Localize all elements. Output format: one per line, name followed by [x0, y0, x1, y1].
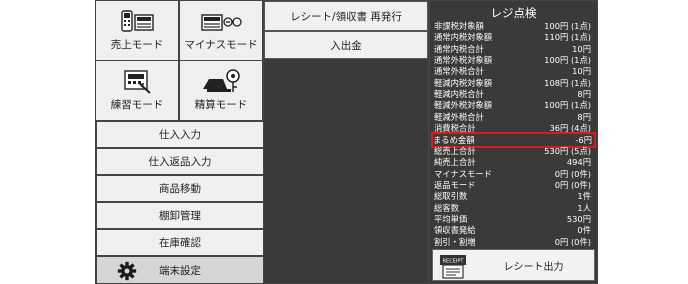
report-row-value: 0円 (0件) [554, 236, 591, 247]
stock-check-button[interactable]: 在庫確認 [96, 229, 264, 256]
minus-mode-button[interactable]: マイナスモード [179, 0, 263, 61]
report-row: 平均単価 530円 [434, 214, 593, 225]
report-row-value: 8円 [577, 111, 591, 122]
report-row-label: マイナスモード [434, 168, 492, 179]
report-row-value: 8円 [577, 89, 591, 100]
practice-register-icon [96, 67, 178, 95]
report-row-label: まるめ金額 [433, 135, 475, 145]
report-row-label: 返品モード [434, 179, 476, 190]
report-row-value: 100円 (1点) [544, 100, 591, 111]
terminal-settings-button[interactable]: 端末設定 [96, 256, 264, 284]
register-app: 売上モード マイナスモード 練習モード 精算モード 仕入入力 仕入返品入力 商品… [95, 0, 598, 284]
report-row-label: 平均単価 [434, 213, 468, 224]
report-row: 軽減外税対象額 100円 (1点) [434, 100, 593, 111]
inventory-management-button[interactable]: 棚卸管理 [96, 202, 264, 229]
report-row-label: 軽減外税対象額 [434, 100, 493, 111]
report-row-label: 通常外税対象額 [434, 55, 493, 66]
report-row: 純売上合計 494円 [434, 157, 593, 168]
purchase-input-button[interactable]: 仕入入力 [96, 121, 264, 148]
cash-in-out-button[interactable]: 入出金 [264, 31, 428, 59]
settlement-mode-button[interactable]: 精算モード [179, 60, 263, 121]
purchase-return-button[interactable]: 仕入返品入力 [96, 148, 264, 175]
report-row-value: 10円 [572, 66, 591, 77]
receipt-output-button[interactable]: RECEIPT レシート出力 [432, 249, 595, 281]
report-row-value: 108円 (1点) [544, 77, 591, 88]
settlement-mode-label: 精算モード [194, 99, 248, 111]
report-row: 軽減内税合計 8円 [434, 89, 593, 100]
report-row: 総客数 1人 [434, 203, 593, 214]
report-row-value: 0円 (0件) [554, 179, 591, 190]
report-row-label: 通常内税対象額 [434, 32, 493, 43]
practice-mode-label: 練習モード [110, 99, 164, 111]
report-row-value: 1人 [577, 202, 591, 213]
report-row-label: 軽減内税合計 [434, 89, 484, 100]
report-row-value: 1件 [577, 191, 591, 202]
report-row-value: 494円 [566, 157, 591, 168]
report-row-label: 軽減内税対象額 [434, 77, 493, 88]
report-row-value: 100円 (1点) [544, 55, 591, 66]
sales-mode-button[interactable]: 売上モード [95, 0, 179, 61]
report-row-label: 領収書発給 [434, 225, 476, 236]
report-row: 通常内税合計 10円 [434, 44, 593, 55]
mode-menu-panel: 売上モード マイナスモード 練習モード 精算モード 仕入入力 仕入返品入力 商品… [95, 0, 264, 284]
report-row-label: 非課税対象額 [434, 21, 484, 31]
report-row: マイナスモード 0円 (0件) [434, 169, 593, 180]
report-row-value: 110円 (1点) [544, 32, 591, 43]
register-check-panel: レジ点検 非課税対象額 100円 (1点) 通常内税対象額 110円 (1点) 通常内税… [429, 0, 598, 284]
report-row-label: 軽減外税合計 [434, 111, 484, 122]
report-row: 総取引数 1件 [434, 191, 593, 202]
action-panel: レシート/領収書 再発行 入出金 [263, 0, 429, 284]
minus-register-icon [180, 7, 262, 35]
panel-title: レジ点検 [490, 6, 537, 20]
settlement-key-icon [180, 67, 262, 95]
receipt-output-label: レシート出力 [503, 261, 564, 273]
report-row-label: 純売上合計 [434, 157, 476, 168]
report-row-value: 36円 (4点) [549, 123, 591, 134]
report-row: 返品モード 0円 (0件) [434, 180, 593, 191]
report-row-value: 0件 [577, 225, 591, 236]
receipt-printer-icon: RECEIPT [440, 255, 466, 279]
minus-mode-label: マイナスモード [184, 39, 258, 51]
report-row: 非課税対象額 100円 (1点) [434, 21, 593, 32]
report-row-label: 総客数 [434, 202, 459, 213]
report-row: 総売上合計 530円 (5点) [434, 146, 593, 157]
report-row: 割引・割増 0円 (0件) [434, 237, 593, 248]
report-row-value: 10円 [572, 43, 591, 54]
report-row: 軽減内税対象額 108円 (1点) [434, 78, 593, 89]
report-row-value: 530円 (5点) [544, 145, 591, 156]
receipt-reissue-button[interactable]: レシート/領収書 再発行 [264, 1, 428, 31]
report-row-value: 100円 (1点) [544, 21, 591, 31]
svg-text:RECEIPT: RECEIPT [443, 259, 465, 265]
report-row: 通常外税合計 10円 [434, 66, 593, 77]
report-row-label: 総取引数 [434, 191, 468, 202]
report-row: 通常内税対象額 110円 (1点) [434, 32, 593, 43]
gear-icon [117, 261, 137, 281]
rounding-amount-row: まるめ金額 -6円 [431, 132, 596, 148]
report-row-label: 通常内税合計 [434, 43, 484, 54]
report-row-label: 消費税合計 [434, 123, 476, 134]
report-row-value: 530円 [566, 213, 591, 224]
report-row-label: 割引・割増 [434, 236, 476, 247]
report-row: 領収書発給 0件 [434, 225, 593, 236]
report-row-value: 0円 (0件) [554, 168, 591, 179]
sales-register-icon [96, 7, 178, 35]
report-row-value: -6円 [575, 135, 592, 145]
product-transfer-button[interactable]: 商品移動 [96, 175, 264, 202]
report-row: 通常外税対象額 100円 (1点) [434, 55, 593, 66]
practice-mode-button[interactable]: 練習モード [95, 60, 179, 121]
terminal-settings-label: 端末設定 [159, 264, 201, 277]
report-row: 消費税合計 36円 (4点) [434, 123, 593, 134]
report-row-label: 総売上合計 [434, 145, 476, 156]
report-row: 軽減外税合計 8円 [434, 112, 593, 123]
report-row-label: 通常外税合計 [434, 66, 484, 77]
sales-mode-label: 売上モード [110, 39, 164, 51]
